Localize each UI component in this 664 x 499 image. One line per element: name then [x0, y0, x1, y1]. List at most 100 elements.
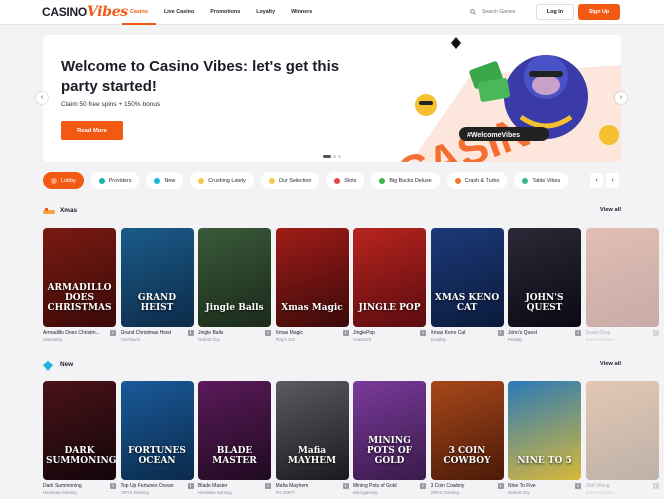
- game-thumbnail[interactable]: ARMADILLO DOES CHRISTMAS: [43, 228, 116, 327]
- game-thumbnail[interactable]: DARK SUMMONING: [43, 381, 116, 480]
- game-card[interactable]: Snow Drop Some Provider i: [585, 228, 659, 342]
- game-card[interactable]: BLADE MASTER Blade Master Hacksaw Gaming i: [198, 381, 271, 495]
- nav-promotions[interactable]: Promotions: [202, 0, 248, 25]
- info-icon[interactable]: i: [575, 330, 581, 336]
- nav-live-casino[interactable]: Live Casino: [156, 0, 202, 25]
- game-card[interactable]: NINE TO 5 Nine To Five Nolimit City i: [508, 381, 581, 495]
- game-name[interactable]: 3 Coin Cowboy: [431, 483, 495, 489]
- game-name[interactable]: Xmas Magic: [276, 330, 340, 336]
- info-icon[interactable]: i: [652, 330, 659, 336]
- info-icon[interactable]: i: [342, 483, 349, 489]
- game-name[interactable]: Blade Master: [198, 483, 262, 489]
- game-thumbnail[interactable]: XMAS KENO CAT: [430, 228, 504, 327]
- game-name[interactable]: Armadillo Does Christm...: [43, 330, 107, 336]
- game-card[interactable]: JOHN'S QUEST John's Quest Petplay i: [508, 228, 581, 342]
- nav-loyalty[interactable]: Loyalty: [248, 0, 283, 25]
- game-thumbnail[interactable]: NINE TO 5: [508, 381, 581, 480]
- game-name[interactable]: Mafia Mayhem: [276, 483, 340, 489]
- game-name[interactable]: Mining Pots of Gold: [353, 483, 417, 489]
- game-thumbnail[interactable]: GRAND HEIST: [120, 228, 194, 327]
- game-name[interactable]: Nine To Five: [508, 483, 572, 489]
- game-name[interactable]: John's Quest: [508, 330, 572, 336]
- new-view-all-link[interactable]: View all: [600, 361, 621, 367]
- game-art-title: Jingle Balls: [205, 303, 264, 313]
- game-card[interactable]: Xmas Magic Xmas Magic Play'n GO i: [275, 228, 349, 342]
- category-our-selection[interactable]: Our Selection: [260, 172, 320, 189]
- game-provider: PG SOFT: [275, 490, 295, 495]
- info-icon[interactable]: i: [652, 483, 659, 489]
- category-big-bucks-deluxe[interactable]: Big Bucks Deluxe: [371, 172, 440, 189]
- info-icon[interactable]: i: [497, 483, 504, 489]
- category-slots[interactable]: Slots: [326, 172, 365, 189]
- game-card[interactable]: Mafia MAYHEM Mafia Mayhem PG SOFT i: [275, 381, 349, 495]
- category-crash-turbo[interactable]: Crash & Turbo: [446, 172, 508, 189]
- info-icon[interactable]: i: [187, 483, 194, 489]
- game-card[interactable]: FORTUNES OCEAN Top Up Fortunes Ocean ORYX …: [120, 381, 194, 495]
- info-icon[interactable]: i: [575, 483, 581, 489]
- game-name[interactable]: Grand Christmas Heist: [121, 330, 185, 336]
- read-more-button[interactable]: Read More: [61, 121, 123, 140]
- category-table-vibes[interactable]: Table Vibes: [514, 172, 569, 189]
- nav-winners[interactable]: Winners: [283, 0, 320, 25]
- game-name[interactable]: Olaf Viking: [586, 483, 650, 489]
- login-button[interactable]: Log In: [536, 4, 574, 20]
- game-card[interactable]: MINING POTS OF GOLD Mining Pots of Gold Mi…: [353, 381, 426, 495]
- category-lobby[interactable]: Lobby: [43, 172, 84, 189]
- game-thumbnail[interactable]: Mafia MAYHEM: [275, 381, 349, 480]
- game-name[interactable]: Xmas Keno Cat: [431, 330, 495, 336]
- game-card[interactable]: Jingle Balls Jingle Balls Nolimit City i: [198, 228, 271, 342]
- logo-text-casino: CASINO: [42, 5, 87, 19]
- category-crushing-lately[interactable]: Crushing Lately: [190, 172, 254, 189]
- xmas-games-row: ARMADILLO DOES CHRISTMAS Armadillo Does C…: [43, 228, 664, 348]
- hero-next-arrow[interactable]: ›: [615, 92, 627, 104]
- game-name[interactable]: Snow Drop: [586, 330, 650, 336]
- carousel-dots[interactable]: [323, 155, 341, 158]
- info-icon[interactable]: i: [110, 330, 116, 336]
- categories-next-arrow[interactable]: ›: [606, 173, 619, 188]
- casino-vibes-logo[interactable]: CASINOVibes: [42, 4, 128, 20]
- game-thumbnail[interactable]: 3 COIN COWBOY: [430, 381, 504, 480]
- game-art-title: FORTUNES OCEAN: [128, 446, 186, 466]
- game-thumbnail[interactable]: Xmas Magic: [275, 228, 349, 327]
- hero-banner[interactable]: Welcome to Casino Vibes: let's get this …: [43, 35, 621, 162]
- game-thumbnail[interactable]: MINING POTS OF GOLD: [353, 381, 426, 480]
- info-icon[interactable]: i: [420, 330, 426, 336]
- category-providers[interactable]: Providers: [90, 172, 140, 189]
- hero-prev-arrow[interactable]: ‹: [36, 92, 48, 104]
- search-input[interactable]: [482, 9, 530, 15]
- game-name[interactable]: JinglePop: [353, 330, 417, 336]
- game-thumbnail[interactable]: BLADE MASTER: [198, 381, 271, 480]
- game-card[interactable]: DARK SUMMONING Dark Summoning Hacksaw Gami…: [43, 381, 116, 495]
- info-icon[interactable]: i: [342, 330, 349, 336]
- info-icon[interactable]: i: [265, 330, 271, 336]
- game-card[interactable]: 3 COIN COWBOY 3 Coin Cowboy ORYX Gaming i: [430, 381, 504, 495]
- game-provider: Play'n GO: [275, 337, 295, 342]
- game-card[interactable]: JINGLE POP JinglePop AvatarUX i: [353, 228, 426, 342]
- game-thumbnail[interactable]: JINGLE POP: [353, 228, 426, 327]
- game-card[interactable]: XMAS KENO CAT Xmas Keno Cat Evoplay i: [430, 228, 504, 342]
- info-icon[interactable]: i: [497, 330, 504, 336]
- game-thumbnail[interactable]: JOHN'S QUEST: [508, 228, 581, 327]
- game-thumbnail[interactable]: FORTUNES OCEAN: [120, 381, 194, 480]
- categories-prev-arrow[interactable]: ‹: [590, 173, 603, 188]
- game-card[interactable]: Olaf Viking Some Provider i: [585, 381, 659, 495]
- game-art-title: GRAND HEIST: [137, 293, 177, 313]
- info-icon[interactable]: i: [110, 483, 116, 489]
- nav-casino[interactable]: Casino: [122, 0, 156, 25]
- game-thumbnail[interactable]: Jingle Balls: [198, 228, 271, 327]
- game-card[interactable]: ARMADILLO DOES CHRISTMAS Armadillo Does C…: [43, 228, 116, 342]
- game-card[interactable]: GRAND HEIST Grand Christmas Heist OneTouch…: [120, 228, 194, 342]
- category-new[interactable]: New: [146, 172, 184, 189]
- search-icon[interactable]: [470, 8, 476, 16]
- game-name[interactable]: Dark Summoning: [43, 483, 107, 489]
- game-name[interactable]: Jingle Balls: [198, 330, 262, 336]
- signup-button[interactable]: Sign Up: [578, 4, 620, 20]
- game-thumbnail[interactable]: [585, 381, 659, 480]
- xmas-view-all-link[interactable]: View all: [600, 207, 621, 213]
- game-name[interactable]: Top Up Fortunes Ocean: [121, 483, 185, 489]
- info-icon[interactable]: i: [265, 483, 271, 489]
- search-box[interactable]: [470, 6, 530, 18]
- info-icon[interactable]: i: [187, 330, 194, 336]
- info-icon[interactable]: i: [420, 483, 426, 489]
- game-thumbnail[interactable]: [585, 228, 659, 327]
